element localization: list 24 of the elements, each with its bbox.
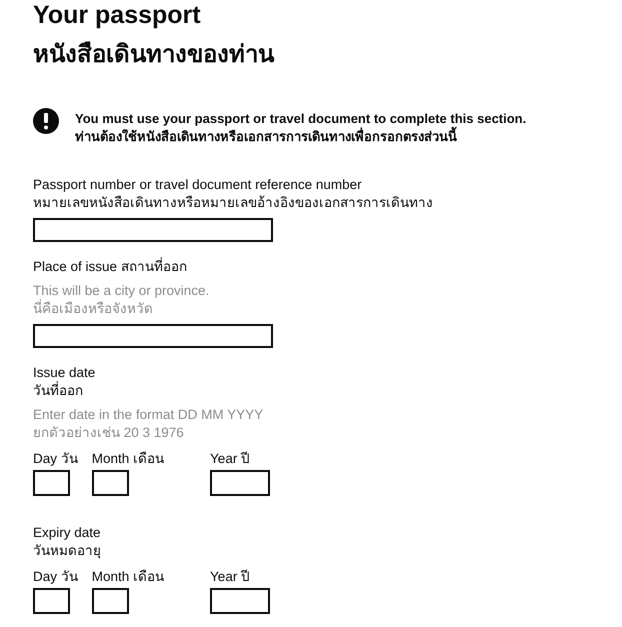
date-input-field[interactable] xyxy=(92,588,129,614)
input-field[interactable] xyxy=(33,218,273,242)
date-input-field[interactable] xyxy=(210,470,270,496)
date-input-field[interactable] xyxy=(33,588,70,614)
field-label: Passport number or travel document reference number หมายเลขหนังสือเดินทางหรือหมายเลขอ้างอิงของเอกสารการเดินทาง xyxy=(33,176,434,212)
field-hint: Enter date in the format DD MM YYYY ยกตัวอย่างเช่น 20 3 1976 xyxy=(33,406,264,442)
field-label: Expiry date วันหมดอายุ xyxy=(33,524,102,560)
date-input-field[interactable] xyxy=(33,470,70,496)
date-part-label: Day วัน xyxy=(33,450,78,468)
date-input-field[interactable] xyxy=(210,588,270,614)
date-part-label: Year ปี xyxy=(210,450,252,468)
date-part-label: Month เดือน xyxy=(92,450,164,468)
page-title: Your passport xyxy=(33,0,202,30)
input-field[interactable] xyxy=(33,324,273,348)
field-label: Place of issue สถานที่ออก xyxy=(33,258,188,276)
date-part-label: Month เดือน xyxy=(92,568,164,586)
page-subtitle: หนังสือเดินทางของท่าน xyxy=(33,40,276,70)
field-label: Issue date วันที่ออก xyxy=(33,364,96,400)
date-part-label: Day วัน xyxy=(33,568,78,586)
date-part-label: Year ปี xyxy=(210,568,252,586)
field-hint: This will be a city or province. นี่คือเมืองหรือจังหวัด xyxy=(33,282,210,318)
warning-icon xyxy=(33,108,59,134)
warning-text: You must use your passport or travel document to complete this section. ท่านต้องใช้หนังสือเดินทางหรือเอกสารการเดินทางเพื่อกรอกตรงส่วนนี้ xyxy=(75,110,526,146)
date-input-field[interactable] xyxy=(92,470,129,496)
